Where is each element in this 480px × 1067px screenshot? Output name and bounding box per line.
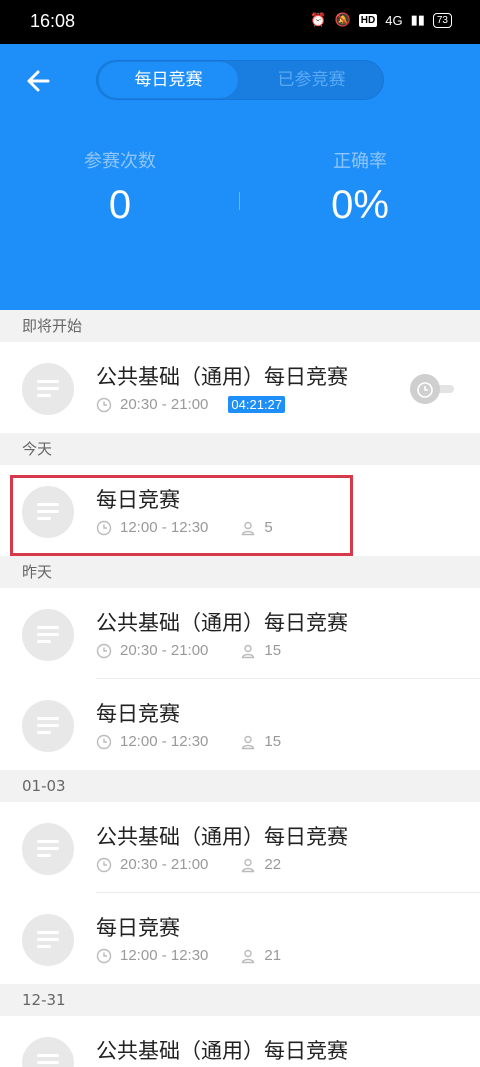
- clock-icon: [96, 734, 112, 749]
- contest-item[interactable]: 每日竞赛 12:00 - 12:30 21: [0, 893, 480, 984]
- status-time: 16:08: [30, 11, 76, 31]
- stat-count: 参赛次数 0: [40, 147, 200, 228]
- status-icons: ⏰ 🔕 HD 4G ▮▮ 73: [310, 12, 452, 28]
- contest-time: 20:30 - 21:00: [120, 856, 209, 873]
- contest-icon: [22, 1037, 74, 1067]
- stat-accuracy: 正确率 0%: [280, 147, 440, 228]
- contest-title: 每日竞赛: [96, 916, 180, 940]
- section-header: 12-31: [0, 984, 480, 1016]
- reminder-toggle[interactable]: [410, 374, 456, 404]
- stat-accuracy-value: 0%: [331, 183, 389, 227]
- contest-title: 公共基础（通用）每日竞赛: [96, 365, 348, 389]
- tab-daily-contest[interactable]: 每日竞赛: [99, 62, 238, 98]
- hd-icon: HD: [358, 13, 378, 27]
- person-icon: [242, 949, 255, 963]
- participants: 15: [240, 642, 281, 659]
- highlight-box: [10, 475, 353, 556]
- toggle-knob: [410, 374, 440, 404]
- segmented-tabs: 每日竞赛 已参竞赛: [96, 60, 384, 100]
- contest-icon: [22, 700, 74, 752]
- contest-title: 公共基础（通用）每日竞赛: [96, 825, 348, 849]
- clock-icon: [96, 857, 112, 872]
- contest-item[interactable]: 公共基础（通用）每日竞赛 20:30 - 21:00 15: [0, 588, 480, 679]
- participant-count: 15: [264, 642, 282, 659]
- contest-meta: 12:00 - 12:30 15: [96, 733, 281, 750]
- network-label: 4G: [385, 12, 403, 28]
- battery-icon: 73: [432, 12, 452, 28]
- participants: 15: [240, 733, 281, 750]
- contest-icon: [22, 363, 74, 415]
- stat-count-value: 0: [108, 183, 132, 227]
- participant-count: 15: [264, 733, 282, 750]
- contest-item[interactable]: 公共基础（通用）每日竞赛 20:30 - 21:00 04:21:27: [0, 342, 480, 433]
- stat-accuracy-label: 正确率: [333, 151, 387, 172]
- section-header: 即将开始: [0, 310, 480, 342]
- status-bar: 16:08 ⏰ 🔕 HD 4G ▮▮ 73: [0, 0, 480, 44]
- countdown-badge: 04:21:27: [228, 396, 286, 413]
- alarm-clock-icon: [417, 382, 433, 398]
- signal-icon: ▮▮: [410, 12, 425, 27]
- contest-item[interactable]: 每日竞赛 12:00 - 12:30 15: [0, 679, 480, 770]
- contest-title: 公共基础（通用）每日竞赛: [96, 611, 348, 635]
- contest-meta: 20:30 - 21:00 04:21:27: [96, 396, 286, 413]
- alarm-icon: ⏰: [310, 12, 327, 27]
- header: 每日竞赛 已参竞赛 参赛次数 0 正确率 0%: [0, 44, 480, 310]
- section-header: 昨天: [0, 556, 480, 588]
- contest-time: 12:00 - 12:30: [120, 947, 209, 964]
- clock-icon: [96, 643, 112, 658]
- contest-item[interactable]: 公共基础（通用）每日竞赛 20:30 - 21:00 22: [0, 802, 480, 893]
- stat-divider: [239, 192, 240, 210]
- contest-list: 即将开始 公共基础（通用）每日竞赛 20:30 - 21:00 04:21:27…: [0, 310, 480, 1067]
- clock-icon: [96, 397, 112, 412]
- person-icon: [242, 644, 255, 658]
- contest-icon: [22, 823, 74, 875]
- stat-count-label: 参赛次数: [84, 151, 156, 172]
- section-header: 01-03: [0, 770, 480, 802]
- participant-count: 22: [264, 856, 282, 873]
- contest-meta: 12:00 - 12:30 21: [96, 947, 281, 964]
- contest-time: 20:30 - 21:00: [120, 642, 209, 659]
- participants: 22: [240, 856, 281, 873]
- participants: 21: [240, 947, 281, 964]
- contest-item[interactable]: 公共基础（通用）每日竞赛: [0, 1016, 480, 1067]
- contest-time: 12:00 - 12:30: [120, 733, 209, 750]
- person-icon: [242, 735, 255, 749]
- contest-time: 20:30 - 21:00: [120, 396, 209, 413]
- section-header: 今天: [0, 433, 480, 465]
- mute-icon: 🔕: [334, 12, 351, 27]
- contest-title: 公共基础（通用）每日竞赛: [96, 1039, 348, 1063]
- clock-icon: [96, 948, 112, 963]
- contest-icon: [22, 609, 74, 661]
- person-icon: [242, 858, 255, 872]
- tab-joined-contests[interactable]: 已参竞赛: [240, 61, 383, 99]
- participant-count: 21: [264, 947, 282, 964]
- contest-icon: [22, 914, 74, 966]
- contest-meta: 20:30 - 21:00 22: [96, 856, 281, 873]
- contest-title: 每日竞赛: [96, 702, 180, 726]
- back-arrow-icon[interactable]: [24, 66, 54, 96]
- contest-meta: 20:30 - 21:00 15: [96, 642, 281, 659]
